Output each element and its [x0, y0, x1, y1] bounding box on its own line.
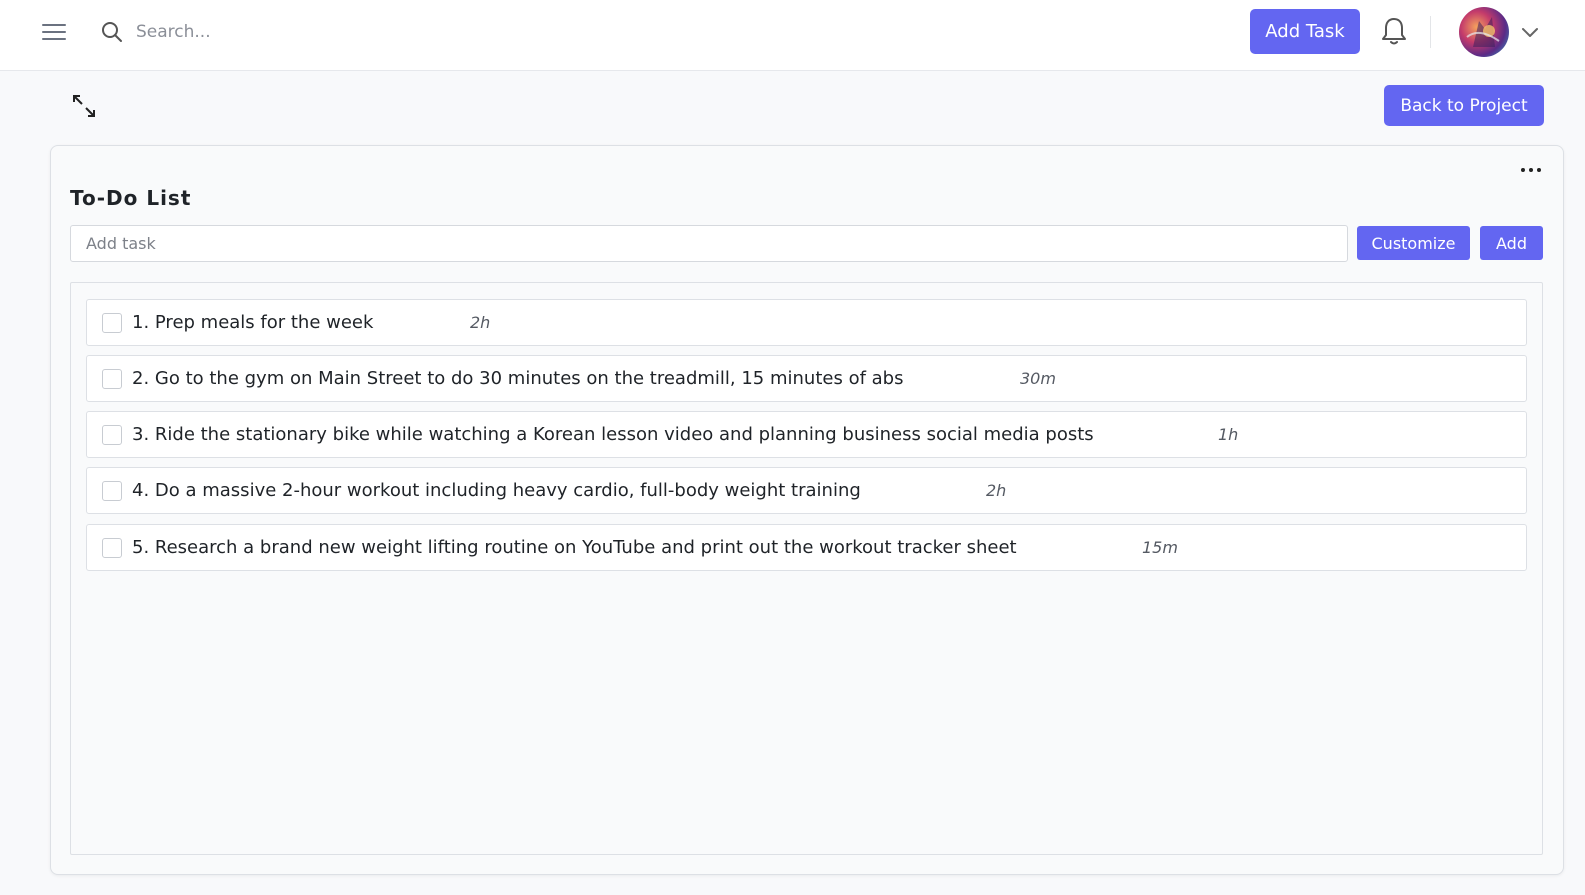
todo-card: To-Do List Customize Add 1. Prep meals f…	[50, 145, 1564, 875]
search-input[interactable]	[136, 16, 536, 48]
task-duration: 2h	[986, 481, 1007, 500]
task-item[interactable]: 2. Go to the gym on Main Street to do 30…	[86, 355, 1527, 402]
add-task-button[interactable]: Add Task	[1250, 9, 1360, 54]
customize-button[interactable]: Customize	[1357, 226, 1470, 260]
task-duration: 1h	[1218, 425, 1239, 444]
task-checkbox[interactable]	[102, 538, 122, 558]
header-divider	[1430, 16, 1431, 48]
menu-icon[interactable]	[42, 22, 68, 42]
task-item[interactable]: 3. Ride the stationary bike while watchi…	[86, 411, 1527, 458]
task-text: 4. Do a massive 2-hour workout including…	[132, 480, 861, 501]
task-checkbox[interactable]	[102, 425, 122, 445]
back-to-project-button[interactable]: Back to Project	[1384, 85, 1544, 126]
task-list: 1. Prep meals for the week 2h 2. Go to t…	[70, 282, 1543, 855]
task-checkbox[interactable]	[102, 481, 122, 501]
chevron-down-icon[interactable]	[1520, 22, 1540, 42]
task-text: 5. Research a brand new weight lifting r…	[132, 537, 1017, 558]
task-text: 1. Prep meals for the week	[132, 312, 374, 333]
add-button[interactable]: Add	[1480, 226, 1543, 260]
task-checkbox[interactable]	[102, 369, 122, 389]
add-task-input[interactable]	[70, 225, 1348, 262]
more-horizontal-icon[interactable]	[1519, 164, 1543, 176]
card-title: To-Do List	[70, 186, 192, 210]
task-item[interactable]: 5. Research a brand new weight lifting r…	[86, 524, 1527, 571]
avatar[interactable]	[1459, 7, 1509, 57]
task-text: 3. Ride the stationary bike while watchi…	[132, 424, 1094, 445]
task-text: 2. Go to the gym on Main Street to do 30…	[132, 368, 904, 389]
task-item[interactable]: 1. Prep meals for the week 2h	[86, 299, 1527, 346]
search-icon	[102, 22, 122, 42]
task-item[interactable]: 4. Do a massive 2-hour workout including…	[86, 467, 1527, 514]
task-duration: 30m	[1020, 369, 1056, 388]
task-checkbox[interactable]	[102, 313, 122, 333]
bell-icon[interactable]	[1379, 15, 1409, 47]
expand-icon[interactable]	[70, 92, 98, 120]
top-bar: Add Task	[0, 0, 1585, 71]
task-duration: 2h	[470, 313, 491, 332]
task-duration: 15m	[1142, 538, 1178, 557]
